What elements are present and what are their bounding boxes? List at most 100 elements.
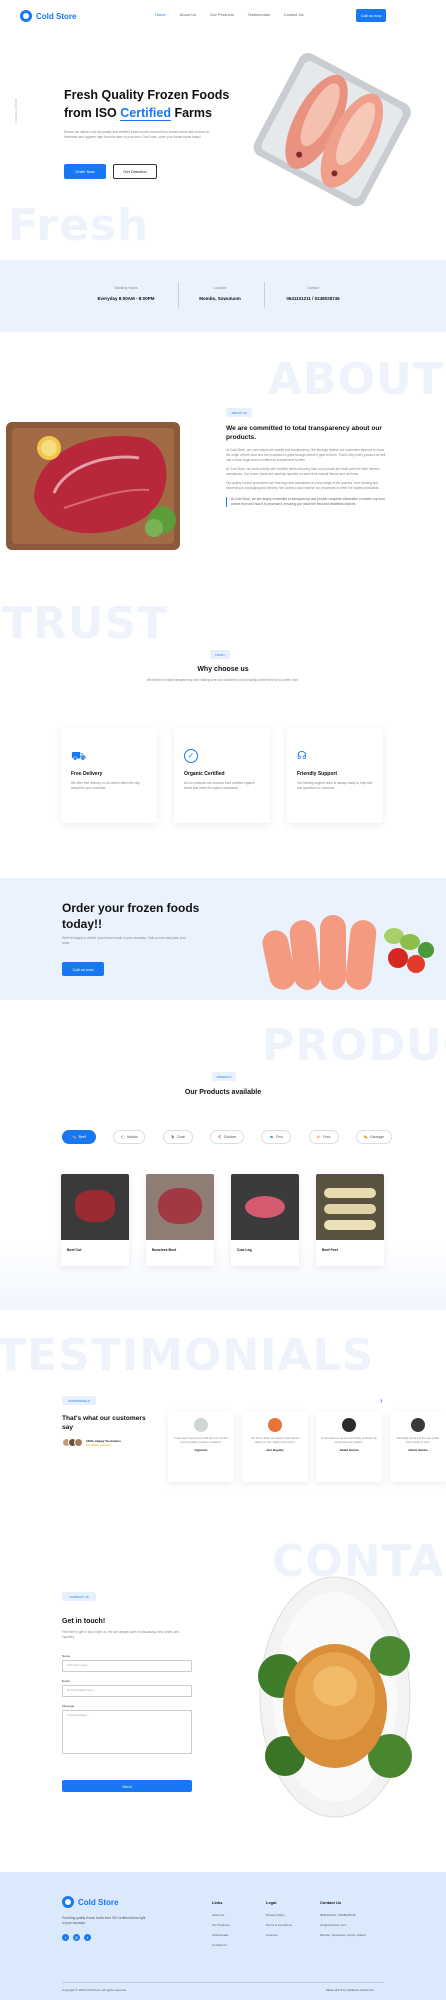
- footer-link[interactable]: Terms & Conditions: [266, 1923, 316, 1927]
- product-card[interactable]: Beef Feet: [316, 1174, 384, 1266]
- footer-link[interactable]: About Us: [212, 1913, 252, 1917]
- tab-sausage[interactable]: 🌭 Sausage: [355, 1130, 392, 1144]
- tab-label: Mutton: [127, 1135, 138, 1139]
- tab-beef[interactable]: 🐄 Beef: [62, 1130, 96, 1144]
- nav-link-contact[interactable]: Contact Us: [284, 12, 304, 17]
- goat-icon: 🐐: [170, 1135, 176, 1139]
- hero-title-line1: Fresh Quality Frozen Foods: [64, 88, 230, 102]
- footer-link[interactable]: Privacy Policy: [266, 1913, 316, 1917]
- hero-fish-image: [245, 42, 420, 217]
- feature-card-delivery: ⛟ Free Delivery We offer free delivery o…: [61, 727, 157, 823]
- product-card[interactable]: Boneless Beef: [146, 1174, 214, 1266]
- testimonial-card: I have been buying from Cold Store for m…: [168, 1412, 234, 1482]
- footer-contact-phone[interactable]: 0541101211 / 0248028746: [320, 1913, 390, 1917]
- avatar: [411, 1418, 425, 1432]
- order-now-button[interactable]: Order Now: [64, 164, 106, 179]
- logo-icon: [62, 1896, 74, 1908]
- truck-icon: ⛟: [71, 749, 87, 763]
- order-text: Order your frozen foods today!! We'll be…: [62, 900, 232, 946]
- tab-goat[interactable]: 🐐 Goat: [162, 1130, 193, 1144]
- footer-link[interactable]: Licenses: [266, 1933, 316, 1937]
- avatar: [194, 1418, 208, 1432]
- product-name: Beef Cut: [67, 1248, 82, 1252]
- footer-logo[interactable]: Cold Store: [62, 1896, 118, 1908]
- product-name: Boneless Beef: [152, 1248, 177, 1252]
- avatar: [74, 1438, 83, 1447]
- tab-fish[interactable]: 🐟 Fish: [261, 1130, 292, 1144]
- chevron-right-icon[interactable]: ›: [380, 1396, 383, 1405]
- feature-text: Our friendly support team is always read…: [297, 781, 373, 790]
- footer-link[interactable]: Our Products: [212, 1923, 252, 1927]
- divider: [264, 282, 265, 308]
- order-call-button[interactable]: Call us now: [62, 962, 104, 976]
- nav-link-home[interactable]: Home: [155, 12, 166, 17]
- feature-card-support: ☊ Friendly Support Our friendly support …: [287, 727, 383, 823]
- name-field[interactable]: Full Name Here: [62, 1660, 192, 1672]
- order-description: We'll be happy to deliver your frozen fo…: [62, 936, 187, 945]
- tab-label: Pork: [323, 1135, 331, 1139]
- pig-icon: 🐖: [316, 1135, 322, 1139]
- footer-link[interactable]: Contact Us: [212, 1943, 252, 1947]
- tab-pork[interactable]: 🐖 Pork: [308, 1130, 339, 1144]
- hero-title: Fresh Quality Frozen Foods from ISO Cert…: [64, 86, 244, 122]
- name-label: Name: [62, 1654, 71, 1658]
- about-meat-image: [4, 418, 182, 554]
- instagram-icon[interactable]: ◎: [73, 1934, 80, 1941]
- copyright: Copyright © 2024 Cold Store. All rights …: [62, 1988, 127, 1992]
- tab-chicken[interactable]: 🐔 Chicken: [209, 1130, 244, 1144]
- chicken-icon: 🐔: [217, 1135, 222, 1139]
- testimonial-text: Great customer service and quality produ…: [321, 1437, 377, 1444]
- email-field[interactable]: Email Address Here: [62, 1685, 192, 1697]
- info-label: Working Hours: [114, 286, 138, 290]
- hero-title-line2: from ISO Certified Farms: [64, 104, 244, 122]
- avatar-group: [62, 1438, 83, 1447]
- product-image-beef-feet: [316, 1174, 384, 1240]
- brand-logo[interactable]: Cold Store: [20, 10, 76, 22]
- tab-label: Sausage: [370, 1135, 385, 1139]
- testimonial-name: Abdul Gurma: [339, 1447, 359, 1452]
- footer-link[interactable]: Testimonials: [212, 1933, 252, 1937]
- info-value: Everyday 8:00AM - 8:00PM: [97, 296, 155, 301]
- testimonial-name: Cypriano: [194, 1447, 208, 1452]
- message-field[interactable]: Type Message...: [62, 1710, 192, 1754]
- order-title-line2: today!!: [62, 917, 102, 931]
- hero-ghost-text: Fresh: [8, 200, 150, 251]
- testimonial-card: Affordable prices and the best quality f…: [390, 1412, 446, 1482]
- info-label: Contact: [306, 286, 320, 290]
- feature-title: Organic Certified: [184, 771, 225, 777]
- contact-description: Feel free to get in touch with us. We ar…: [62, 1630, 180, 1639]
- product-tabs: 🐄 Beef 🐑 Mutton 🐐 Goat 🐔 Chicken 🐟 Fish 🐖 Pork…: [62, 1130, 392, 1144]
- contact-form: Name Full Name Here Email Email Address …: [62, 1654, 192, 1754]
- call-us-button[interactable]: Call us now: [356, 9, 386, 22]
- footer-contact-address: Mombo, Sowutuom, Accra, Ghana: [320, 1933, 366, 1937]
- product-image-beef-cut: [61, 1174, 129, 1240]
- sheep-icon: 🐑: [120, 1135, 126, 1139]
- about-title: We are committed to total transparency a…: [226, 425, 382, 441]
- footer-contact-email[interactable]: info@coldstore.com: [320, 1923, 390, 1927]
- tab-label: Beef: [78, 1135, 86, 1139]
- get-direction-button[interactable]: Get Direction: [113, 164, 157, 179]
- nav-link-testimonials[interactable]: Testimonials: [248, 12, 270, 17]
- product-card[interactable]: Beef Cut: [61, 1174, 129, 1266]
- twitter-icon[interactable]: t: [84, 1934, 91, 1941]
- trust-title: Why choose us: [197, 666, 249, 673]
- nav-link-about[interactable]: About Us: [180, 12, 196, 17]
- feature-text: We offer free delivery on all orders wit…: [71, 781, 141, 790]
- nav-links: Home About Us Our Products Testimonials …: [155, 12, 304, 17]
- feature-card-organic: ✓ Organic Certified All our products are…: [174, 727, 270, 823]
- facebook-icon[interactable]: f: [62, 1934, 69, 1941]
- footer-contact-column: Contact Us 0541101211 / 0248028746 info@…: [320, 1900, 390, 1943]
- send-button[interactable]: Send: [62, 1780, 192, 1792]
- product-card[interactable]: Cow Leg: [231, 1174, 299, 1266]
- product-image-cow-leg: [231, 1174, 299, 1240]
- tab-mutton[interactable]: 🐑 Mutton: [113, 1130, 146, 1144]
- feature-title: Friendly Support: [297, 771, 337, 777]
- message-label: Message: [62, 1704, 75, 1708]
- logo-icon: [20, 10, 32, 22]
- contact-pill: CONTACT US: [62, 1592, 96, 1601]
- nav-link-products[interactable]: Our Products: [210, 12, 234, 17]
- product-name: Cow Leg: [237, 1248, 252, 1252]
- about-paragraph: At Cold Store, our core values are quali…: [226, 448, 386, 462]
- feature-title: Free Delivery: [71, 771, 103, 777]
- footer-column-title: Contact Us: [320, 1900, 342, 1905]
